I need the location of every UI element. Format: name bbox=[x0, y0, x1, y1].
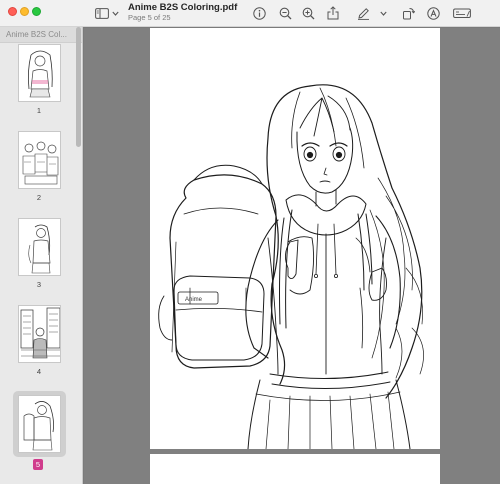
toolbar: Anime B2S Coloring.pdf Page 5 of 25 bbox=[0, 0, 500, 27]
rotate-icon bbox=[402, 7, 415, 19]
page-thumbnail-2[interactable] bbox=[18, 131, 61, 189]
thumbnail-sidebar[interactable]: Anime B2S Col... 1 2 3 4 5 bbox=[0, 27, 83, 484]
document-title: Anime B2S Coloring.pdf bbox=[128, 2, 238, 13]
markup-circle-icon bbox=[426, 6, 440, 20]
thumbnail-label-1: 1 bbox=[36, 106, 42, 115]
coloring-page-illustration: Anime bbox=[158, 84, 424, 449]
form-fill-icon bbox=[453, 8, 471, 18]
zoom-in-icon bbox=[302, 7, 314, 19]
zoom-in-button[interactable] bbox=[300, 3, 316, 23]
page-thumbnail-4[interactable] bbox=[18, 305, 61, 363]
annotate-button[interactable] bbox=[425, 3, 441, 23]
chevron-down-icon bbox=[112, 11, 119, 16]
thumbnail-image bbox=[27, 50, 53, 98]
preview-window: Anime B2S Coloring.pdf Page 5 of 25 Anim… bbox=[0, 0, 500, 484]
markup-options-button[interactable] bbox=[378, 3, 388, 23]
selected-page-badge: 5 bbox=[33, 459, 43, 470]
document-viewer[interactable]: Anime bbox=[84, 28, 500, 484]
markup-button[interactable] bbox=[355, 3, 371, 23]
markup-pen-icon bbox=[357, 7, 369, 20]
thumbnail-label-4: 4 bbox=[36, 367, 42, 376]
close-window-button[interactable] bbox=[8, 7, 17, 16]
thumbnail-label-2: 2 bbox=[36, 193, 42, 202]
sidebar-scrollbar[interactable] bbox=[76, 27, 81, 147]
thumbnail-image bbox=[28, 224, 51, 274]
sidebar-options-button[interactable] bbox=[111, 3, 120, 23]
next-pdf-page bbox=[150, 454, 440, 484]
page-thumbnail-5[interactable] bbox=[18, 395, 61, 453]
thumbnail-image bbox=[20, 307, 60, 359]
info-icon bbox=[252, 6, 266, 20]
share-icon bbox=[327, 6, 339, 20]
thumbnail-image bbox=[22, 141, 59, 185]
page-indicator: Page 5 of 25 bbox=[128, 13, 171, 22]
pdf-page: Anime bbox=[150, 28, 440, 449]
thumbnail-image bbox=[23, 401, 54, 451]
sidebar-toggle-button[interactable] bbox=[93, 3, 111, 23]
thumbnail-label-3: 3 bbox=[36, 280, 42, 289]
minimize-window-button[interactable] bbox=[20, 7, 29, 16]
form-fill-button[interactable] bbox=[452, 3, 472, 23]
rotate-button[interactable] bbox=[400, 3, 416, 23]
page-thumbnail-1[interactable] bbox=[18, 44, 61, 102]
maximize-window-button[interactable] bbox=[32, 7, 41, 16]
share-button[interactable] bbox=[325, 3, 341, 23]
backpack-tag-text: Anime bbox=[185, 297, 203, 303]
sidebar-toggle-icon bbox=[95, 7, 109, 19]
zoom-out-icon bbox=[279, 7, 291, 19]
info-button[interactable] bbox=[251, 3, 267, 23]
zoom-out-button[interactable] bbox=[277, 3, 293, 23]
page-thumbnail-3[interactable] bbox=[18, 218, 61, 276]
chevron-down-icon bbox=[379, 11, 387, 16]
sidebar-header: Anime B2S Col... bbox=[0, 27, 82, 43]
